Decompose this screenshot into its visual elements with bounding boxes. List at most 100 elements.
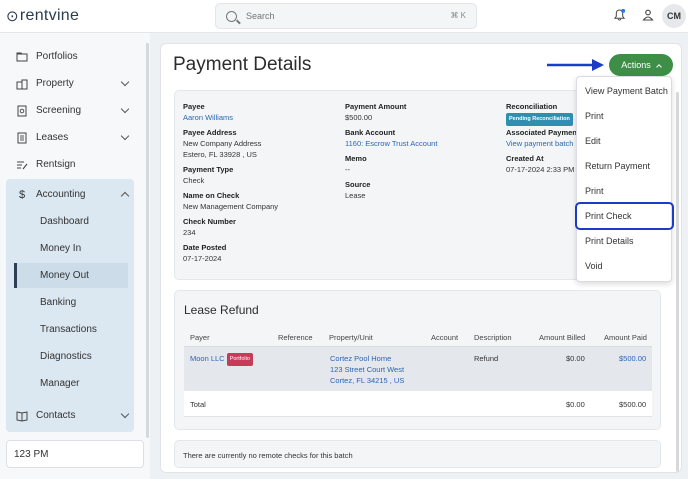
- payment-type-field: Payment Type Check: [183, 164, 233, 186]
- field-label: Reconciliation: [506, 102, 558, 111]
- sidebar-scrollbar[interactable]: [146, 43, 149, 438]
- sidebar-item-label: Property: [36, 78, 74, 89]
- field-label: Payment Type: [183, 165, 234, 174]
- sidebar-item-label: Accounting: [36, 189, 86, 200]
- reconciliation-field: Reconciliation Pending Reconciliation: [506, 101, 573, 126]
- menu-item-return-payment[interactable]: Return Payment: [585, 161, 650, 171]
- created-at-field: Created At 07-17-2024 2:33 PM: [506, 153, 574, 175]
- column-header: Amount Paid: [604, 333, 647, 342]
- payee-field: Payee Aaron Williams: [183, 101, 233, 123]
- field-value: --: [345, 165, 350, 174]
- amount-paid-link[interactable]: $500.00: [619, 353, 646, 364]
- check-number-field: Check Number 234: [183, 216, 236, 238]
- portfolio-badge: Portfolio: [226, 353, 253, 366]
- sidebar-item-accounting[interactable]: $ Accounting: [8, 181, 138, 208]
- sidebar-subitem-manager[interactable]: Manager: [14, 371, 128, 396]
- sidebar-subitem-banking[interactable]: Banking: [14, 290, 128, 315]
- main-scrollbar[interactable]: [676, 92, 679, 472]
- total-paid: $500.00: [619, 400, 647, 409]
- field-value: New Management Company: [183, 202, 279, 211]
- field-label: Created At: [506, 154, 544, 163]
- property-address: 123 Street Court West: [330, 365, 405, 374]
- actions-button[interactable]: Actions: [609, 54, 673, 76]
- field-value: $500.00: [345, 113, 373, 122]
- payer-name: Moon LLC: [190, 354, 225, 363]
- field-value: 234: [183, 228, 196, 237]
- field-value: New Company Address: [183, 139, 262, 148]
- bank-account-link[interactable]: 1160: Escrow Trust Account: [345, 138, 437, 149]
- menu-item-view-payment-batch[interactable]: View Payment Batch: [585, 86, 668, 96]
- view-payment-batch-link[interactable]: View payment batch: [506, 138, 577, 149]
- sidebar-subitem-dashboard[interactable]: Dashboard: [14, 209, 128, 234]
- lease-icon: [17, 132, 27, 143]
- chevron-up-icon: [120, 191, 130, 201]
- name-on-check-field: Name on Check New Management Company: [183, 190, 278, 212]
- section-title: Lease Refund: [184, 303, 259, 317]
- menu-item-print-details[interactable]: Print Details: [585, 236, 634, 246]
- column-header: Description: [474, 333, 512, 342]
- table-row[interactable]: Moon LLC Portfolio Cortez Pool Home 123 …: [184, 347, 652, 391]
- property-link[interactable]: Cortez Pool Home 123 Street Court West C…: [330, 353, 404, 386]
- search-bar[interactable]: ⌘ K: [215, 3, 477, 29]
- field-label: Payment Amount: [345, 102, 407, 111]
- field-label: Associated Paymen: [506, 128, 577, 137]
- bell-icon[interactable]: [614, 9, 625, 21]
- field-value: 07-17-2024: [183, 254, 222, 263]
- payee-link[interactable]: Aaron Williams: [183, 112, 233, 123]
- search-input[interactable]: [246, 11, 426, 21]
- actions-button-label: Actions: [621, 60, 651, 70]
- field-value: 07-17-2024 2:33 PM: [506, 165, 575, 174]
- sidebar-item-label: Portfolios: [36, 51, 78, 62]
- sidebar-subitem-money-in[interactable]: Money In: [14, 236, 128, 261]
- sidebar-item-screening[interactable]: Screening: [8, 97, 138, 124]
- column-header: Account: [431, 333, 459, 342]
- description-cell: Refund: [474, 354, 499, 363]
- payment-amount-field: Payment Amount $500.00: [345, 101, 406, 123]
- amount-billed-cell: $0.00: [566, 354, 585, 363]
- column-header: Property/Unit: [329, 333, 373, 342]
- sidebar-subitem-transactions[interactable]: Transactions: [14, 317, 128, 342]
- sidebar-item-rentsign[interactable]: Rentsign: [8, 151, 138, 178]
- top-bar: ⊙rentvine ⌘ K CM: [0, 0, 688, 33]
- column-header: Reference: [278, 333, 313, 342]
- chevron-down-icon: [120, 77, 130, 87]
- sidebar-item-contacts[interactable]: Contacts: [8, 402, 138, 429]
- total-billed: $0.00: [566, 400, 585, 409]
- dollar-icon: $: [18, 188, 26, 201]
- field-value: Check: [183, 176, 205, 185]
- page-title: Payment Details: [173, 54, 312, 75]
- sidebar-item-label: Screening: [36, 105, 82, 116]
- chevron-down-icon: [120, 409, 130, 419]
- folder-icon: [16, 52, 28, 61]
- field-label: Check Number: [183, 217, 236, 226]
- sidebar-item-property[interactable]: Property: [8, 70, 138, 97]
- sidebar-item-leases[interactable]: Leases: [8, 124, 138, 151]
- sidebar-subitem-diagnostics[interactable]: Diagnostics: [14, 344, 128, 369]
- chevron-down-icon: [120, 104, 130, 114]
- sidebar-item-label: Leases: [36, 132, 69, 143]
- memo-field: Memo --: [345, 153, 367, 175]
- bank-account-field: Bank Account 1160: Escrow Trust Account: [345, 127, 437, 149]
- screening-icon: [17, 105, 27, 116]
- source-field: Source Lease: [345, 179, 370, 201]
- search-shortcut: ⌘ K: [450, 11, 466, 20]
- menu-item-print[interactable]: Print: [585, 111, 604, 121]
- rentvine-logo[interactable]: ⊙ rentvine: [6, 7, 79, 25]
- payer-link[interactable]: Moon LLC Portfolio: [190, 353, 253, 366]
- menu-item-print-2[interactable]: Print: [585, 186, 604, 196]
- arrow-annotation-icon: [547, 59, 604, 71]
- logo-icon: ⊙: [6, 8, 19, 25]
- field-value: Lease: [345, 191, 366, 200]
- search-icon: [226, 10, 237, 22]
- menu-item-void[interactable]: Void: [585, 261, 603, 271]
- sidebar-subitem-money-out[interactable]: Money Out: [14, 263, 128, 288]
- associated-payment-field: Associated Paymen View payment batch: [506, 127, 577, 149]
- field-label: Bank Account: [345, 128, 396, 137]
- property-name: Cortez Pool Home: [330, 354, 392, 363]
- status-badge: Pending Reconciliation: [506, 113, 573, 126]
- menu-item-edit[interactable]: Edit: [585, 136, 601, 146]
- user-avatar[interactable]: CM: [662, 4, 686, 28]
- lease-refund-panel: Lease Refund Payer Reference Property/Un…: [174, 290, 661, 430]
- person-icon[interactable]: [642, 9, 654, 21]
- sidebar-item-portfolios[interactable]: Portfolios: [8, 43, 138, 70]
